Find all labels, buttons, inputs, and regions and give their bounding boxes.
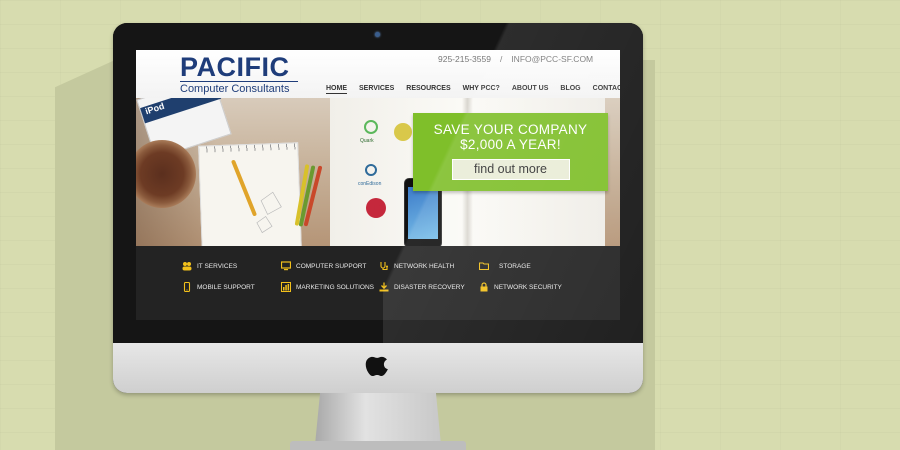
mobile-icon bbox=[183, 282, 191, 292]
monitor-stand bbox=[315, 393, 441, 445]
promo-headline: SAVE YOUR COMPANY bbox=[433, 122, 588, 137]
email-link[interactable]: INFO@PCC-SF.COM bbox=[511, 54, 593, 64]
service-marketing-solutions[interactable]: MARKETING SOLUTIONS bbox=[281, 282, 374, 292]
users-icon bbox=[182, 262, 192, 271]
promo-box: SAVE YOUR COMPANY $2,000 A YEAR! find ou… bbox=[413, 113, 608, 191]
service-label: STORAGE bbox=[499, 262, 531, 270]
download-icon bbox=[379, 282, 389, 292]
monitor-chin bbox=[113, 343, 643, 393]
nav-about-us[interactable]: ABOUT US bbox=[512, 85, 549, 94]
service-label: NETWORK HEALTH bbox=[394, 262, 455, 270]
promo-amount: $2,000 A YEAR! bbox=[460, 137, 561, 152]
logo-title: PACIFIC bbox=[180, 52, 290, 82]
magazine-title: iPod bbox=[140, 98, 222, 124]
service-network-security[interactable]: NETWORK SECURITY bbox=[479, 282, 562, 292]
service-label: MOBILE SUPPORT bbox=[197, 283, 255, 291]
yellow-brand-icon bbox=[394, 123, 412, 141]
service-it-services[interactable]: IT SERVICES bbox=[182, 261, 237, 271]
service-computer-support[interactable]: COMPUTER SUPPORT bbox=[281, 261, 366, 271]
main-nav: HOME SERVICES RESOURCES WHY PCC? ABOUT U… bbox=[326, 85, 620, 94]
services-bar: IT SERVICES COMPUTER SUPPORT NETWORK HEA… bbox=[136, 246, 620, 320]
service-label: MARKETING SOLUTIONS bbox=[296, 283, 375, 291]
service-storage[interactable]: STORAGE bbox=[479, 261, 531, 271]
nav-why-pcc[interactable]: WHY PCC? bbox=[463, 85, 500, 94]
service-network-health[interactable]: NETWORK HEALTH bbox=[379, 261, 454, 271]
lg-label: LG bbox=[374, 205, 384, 212]
conedison-logo-icon bbox=[365, 164, 377, 176]
service-label: NETWORK SECURITY bbox=[494, 283, 562, 291]
service-mobile-support[interactable]: MOBILE SUPPORT bbox=[182, 282, 255, 292]
quark-label: Quark bbox=[360, 138, 374, 144]
site-header: PACIFIC Computer Consultants 925-215-355… bbox=[136, 50, 620, 98]
bar-chart-icon bbox=[281, 282, 291, 292]
find-out-more-button[interactable]: find out more bbox=[451, 159, 570, 180]
service-label: COMPUTER SUPPORT bbox=[296, 262, 367, 270]
logo-subtitle: Computer Consultants bbox=[180, 81, 298, 95]
screen-bezel: PACIFIC Computer Consultants 925-215-355… bbox=[113, 23, 643, 343]
website-screen: PACIFIC Computer Consultants 925-215-355… bbox=[136, 50, 620, 320]
phone-screen bbox=[408, 187, 438, 239]
nav-home[interactable]: HOME bbox=[326, 85, 347, 94]
service-label: DISASTER RECOVERY bbox=[394, 283, 465, 291]
nav-services[interactable]: SERVICES bbox=[359, 85, 394, 94]
imac-monitor: PACIFIC Computer Consultants 925-215-355… bbox=[113, 23, 643, 393]
monitor-stand-base bbox=[290, 441, 466, 450]
contact-separator: / bbox=[499, 54, 503, 64]
contact-info: 925-215-3559 / INFO@PCC-SF.COM bbox=[438, 54, 593, 64]
service-label: IT SERVICES bbox=[197, 262, 238, 270]
nav-blog[interactable]: BLOG bbox=[560, 85, 580, 94]
folder-icon bbox=[479, 262, 489, 271]
sketch-drawing bbox=[256, 191, 282, 234]
conedison-label: conEdison bbox=[358, 181, 382, 187]
stethoscope-icon bbox=[380, 262, 388, 271]
nav-resources[interactable]: RESOURCES bbox=[406, 85, 450, 94]
phone-link[interactable]: 925-215-3559 bbox=[438, 54, 491, 64]
service-disaster-recovery[interactable]: DISASTER RECOVERY bbox=[379, 282, 465, 292]
nav-contact[interactable]: CONTACT bbox=[593, 85, 620, 94]
camera-icon bbox=[375, 32, 380, 37]
hero-banner: iPod Quark conEdison LG SAVE YOUR COMPAN… bbox=[136, 98, 620, 246]
lock-icon bbox=[480, 282, 488, 292]
quark-logo-icon bbox=[364, 120, 378, 134]
monitor-icon bbox=[281, 261, 291, 271]
site-logo[interactable]: PACIFIC Computer Consultants bbox=[180, 52, 298, 95]
notepad-image bbox=[198, 142, 302, 246]
apple-logo-icon bbox=[365, 356, 388, 377]
